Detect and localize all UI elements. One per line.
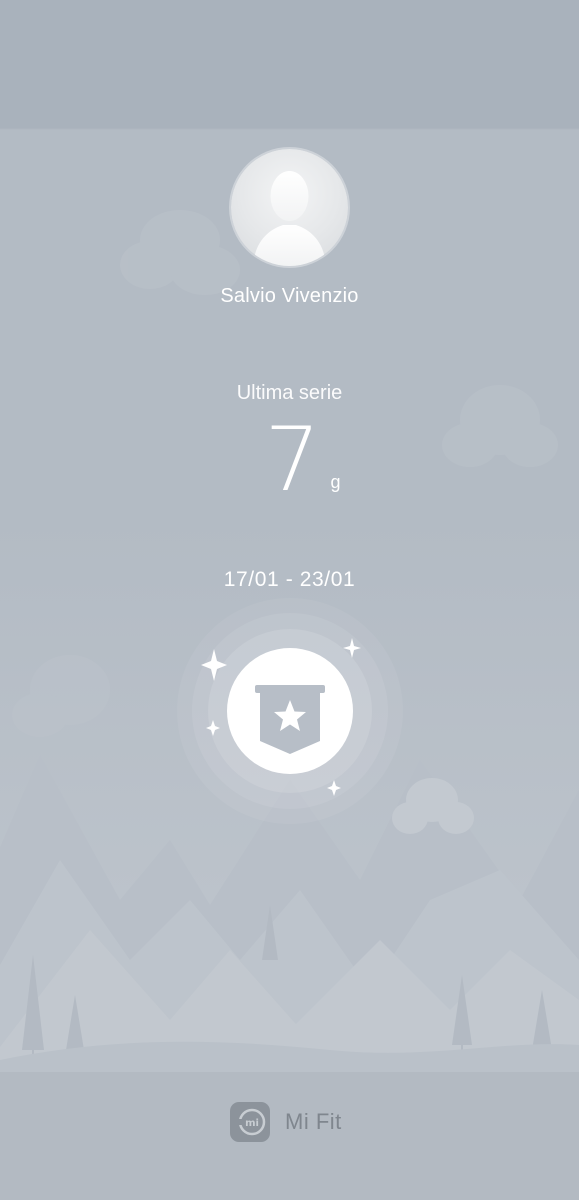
streak-value: 7 (264, 408, 321, 511)
share-card: Salvio Vivenzio Ultima serie 7g 17/01 - … (0, 0, 579, 1200)
default-user-icon (253, 171, 326, 266)
date-range: 17/01 - 23/01 (223, 568, 356, 591)
streak-value-display: 7g (0, 415, 579, 505)
streak-label: Ultima serie (236, 382, 343, 404)
achievement-badge[interactable] (175, 596, 405, 826)
app-brand: mi Mi Fit (230, 1102, 342, 1142)
streak-unit: g (330, 472, 341, 492)
mi-fit-logo-icon: mi (230, 1102, 270, 1142)
app-name: Mi Fit (285, 1109, 342, 1134)
user-name: Salvio Vivenzio (220, 285, 359, 307)
svg-text:mi: mi (245, 1118, 259, 1129)
avatar[interactable] (231, 149, 348, 266)
